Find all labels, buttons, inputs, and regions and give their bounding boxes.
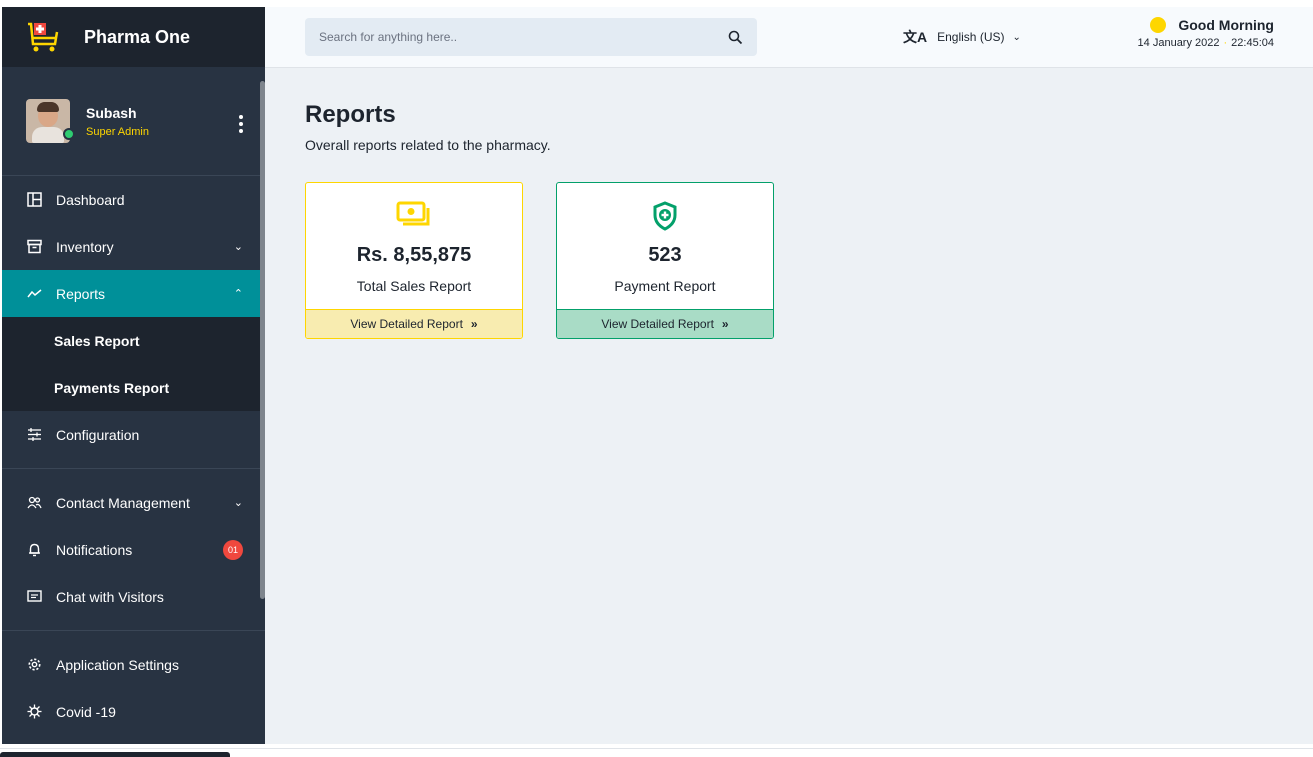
card-label: Total Sales Report xyxy=(356,278,472,294)
card-value: Rs. 8,55,875 xyxy=(356,244,472,266)
sidebar-item-label: Dashboard xyxy=(56,191,125,208)
double-chevron-right-icon: » xyxy=(470,317,478,331)
gear-icon xyxy=(26,657,42,673)
main-content: Reports Overall reports related to the p… xyxy=(265,68,1313,744)
sidebar-item-label: Reports xyxy=(56,285,106,302)
sun-icon xyxy=(1150,17,1167,33)
inventory-icon xyxy=(26,239,42,255)
virus-icon xyxy=(26,704,42,720)
link-label: View Detailed Report xyxy=(350,317,463,331)
top-header: 文A English (US) ⌄ Good Morning 14 Januar… xyxy=(265,7,1313,68)
sidebar-item-label: Contact Management xyxy=(56,494,190,511)
sidebar-item-label: Chat with Visitors xyxy=(56,588,164,605)
language-selector[interactable]: 文A English (US) ⌄ xyxy=(903,27,1021,47)
current-time: 22:45:04 xyxy=(1231,37,1274,49)
sidebar-item-inventory[interactable]: Inventory ⌄ xyxy=(2,223,265,270)
link-label: View Detailed Report xyxy=(601,317,714,331)
chevron-down-icon: ⌄ xyxy=(233,241,243,253)
payment-report-card[interactable]: 523 Payment Report View Detailed Report … xyxy=(556,182,774,339)
divider xyxy=(2,468,265,469)
divider xyxy=(2,630,265,631)
double-chevron-right-icon: » xyxy=(721,317,729,331)
sidebar-item-covid-19[interactable]: Covid -19 xyxy=(2,688,265,735)
avatar[interactable] xyxy=(26,99,75,143)
view-detailed-report-link[interactable]: View Detailed Report » xyxy=(557,309,773,338)
search-bar[interactable] xyxy=(305,18,757,56)
user-profile: Subash Super Admin xyxy=(2,67,265,176)
sidebar-item-notifications[interactable]: Notifications 01 xyxy=(2,526,265,573)
sidebar-item-label: Application Settings xyxy=(56,656,179,673)
separator-dot: · xyxy=(1223,37,1228,49)
page-subtitle: Overall reports related to the pharmacy. xyxy=(305,137,551,153)
language-label: English (US) xyxy=(937,30,1005,44)
sidebar-item-label: Configuration xyxy=(56,426,140,443)
shield-plus-icon xyxy=(653,201,677,231)
user-role: Super Admin xyxy=(86,125,149,138)
more-options-icon[interactable] xyxy=(239,115,243,136)
sidebar-item-label: Notifications xyxy=(56,541,133,558)
view-detailed-report-link[interactable]: View Detailed Report » xyxy=(306,309,522,338)
app-name: Pharma One xyxy=(84,26,191,47)
reports-icon xyxy=(26,286,42,302)
total-sales-report-card[interactable]: Rs. 8,55,875 Total Sales Report View Det… xyxy=(305,182,523,339)
sidebar-item-contact-management[interactable]: Contact Management ⌄ xyxy=(2,479,265,526)
current-date: 14 January 2022 xyxy=(1137,37,1220,49)
sidebar-subitem-payments-report[interactable]: Payments Report xyxy=(2,364,265,411)
notification-count-badge: 01 xyxy=(223,539,243,560)
bell-icon xyxy=(26,542,42,558)
chevron-down-icon: ⌄ xyxy=(233,497,243,509)
window-bottom-border xyxy=(0,748,1313,749)
chevron-down-icon: ⌄ xyxy=(1012,31,1021,43)
configuration-icon xyxy=(26,427,42,443)
card-label: Payment Report xyxy=(614,278,716,294)
sidebar-item-reports[interactable]: Reports ⌃ xyxy=(2,270,265,317)
dashboard-icon xyxy=(26,192,42,208)
sidebar-item-chat-with-visitors[interactable]: Chat with Visitors xyxy=(2,573,265,620)
sidebar-item-label: Covid -19 xyxy=(56,703,116,720)
translate-icon: 文A xyxy=(903,29,928,45)
sidebar-item-dashboard[interactable]: Dashboard xyxy=(2,176,265,223)
pharmacy-cart-logo-icon xyxy=(28,22,59,52)
reports-submenu: Sales Report Payments Report xyxy=(2,317,265,411)
sidebar: Pharma One Subash Super Admin Dashboard … xyxy=(2,7,265,744)
greeting-panel: Good Morning 14 January 2022 · 22:45:04 xyxy=(1138,17,1274,49)
chat-icon xyxy=(26,589,42,605)
brand[interactable]: Pharma One xyxy=(2,7,265,67)
search-input[interactable] xyxy=(319,30,728,44)
chevron-up-icon: ⌃ xyxy=(233,288,243,300)
sidebar-item-configuration[interactable]: Configuration xyxy=(2,411,265,458)
user-name: Subash xyxy=(86,104,137,121)
money-icon xyxy=(396,201,430,226)
online-status-dot xyxy=(63,128,75,140)
taskbar-strip xyxy=(0,752,230,757)
sidebar-item-label: Inventory xyxy=(56,238,114,255)
page-title: Reports xyxy=(305,101,396,128)
card-value: 523 xyxy=(648,244,682,266)
contacts-icon xyxy=(26,495,42,511)
sidebar-subitem-sales-report[interactable]: Sales Report xyxy=(2,317,265,364)
sidebar-item-application-settings[interactable]: Application Settings xyxy=(2,641,265,688)
search-icon[interactable] xyxy=(728,30,743,45)
greeting-text: Good Morning xyxy=(1178,17,1274,33)
